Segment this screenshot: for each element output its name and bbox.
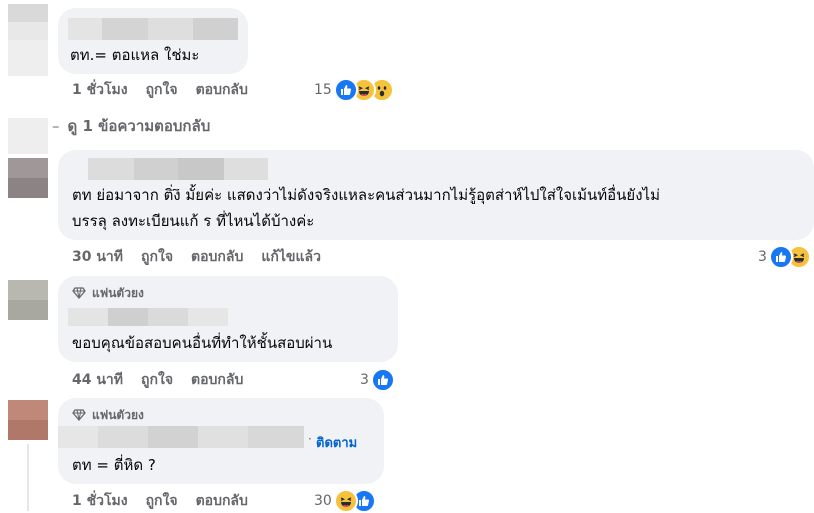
blurred-author-name[interactable] [58,426,304,448]
separator-dot: · [308,432,312,446]
avatar[interactable] [8,400,48,440]
badge-label: แฟนตัวยง [92,285,144,300]
reply-thread-line [27,444,29,511]
avatar[interactable] [8,158,48,198]
reply-thread-dash: – [52,117,60,135]
reply-button[interactable]: ตอบกลับ [196,490,248,512]
like-button[interactable]: ถูกใจ [146,79,178,101]
badge-label: แฟนตัวยง [92,407,144,422]
comment-actions: 30 นาที ถูกใจ ตอบกลับ แก้ไขแล้ว [72,245,321,269]
timestamp[interactable]: 44 นาที [72,369,123,391]
diamond-icon [72,287,86,299]
top-fan-badge[interactable]: แฟนตัวยง [72,406,144,424]
comment-bubble: ตท.= ตอแหล ใช่มะ [58,8,248,74]
reaction-count: 15 [314,82,332,98]
like-button[interactable]: ถูกใจ [141,246,173,268]
comment-bubble: ตท ย่อมาจาก ติ่ง̃ มั้ยค่ะ แสดงว่าไม่ดังจ… [58,150,814,240]
reaction-count: 3 [360,372,369,388]
reaction-summary[interactable]: 15 [314,78,394,102]
comment-text: บรรลุ ลงทะเบียนแก้ ร ที่ไหนได้บ้างค่ะ [72,212,315,230]
reply-button[interactable]: ตอบกลับ [191,369,243,391]
follow-button[interactable]: ติดตาม [316,432,357,453]
reaction-summary[interactable]: 30 [314,489,376,513]
comment-actions: 1 ชั่วโมง ถูกใจ ตอบกลับ [72,489,248,513]
top-fan-badge[interactable]: แฟนตัวยง [72,284,144,302]
view-replies-label[interactable]: ดู 1 ข้อความตอบกลับ [68,114,211,138]
avatar[interactable] [8,280,48,320]
comment-text: ตท ย่อมาจาก ติ่ง̃ มั้ยค่ะ แสดงว่าไม่ดังจ… [72,186,660,204]
comment-actions: 44 นาที ถูกใจ ตอบกลับ [72,368,243,392]
reaction-count: 30 [314,493,332,509]
blurred-author-name[interactable] [68,18,238,40]
comment-bubble: แฟนตัวยง · ติดตาม ตท = ตี่หิด ? [58,398,384,484]
like-button[interactable]: ถูกใจ [141,369,173,391]
timestamp[interactable]: 30 นาที [72,246,123,268]
reaction-summary[interactable]: 3 [758,245,811,269]
timestamp[interactable]: 1 ชั่วโมง [72,490,128,512]
like-icon [768,245,793,269]
reply-button[interactable]: ตอบกลับ [191,246,243,268]
reply-button[interactable]: ตอบกลับ [196,79,248,101]
reaction-summary[interactable]: 3 [360,368,395,392]
like-button[interactable]: ถูกใจ [146,490,178,512]
haha-icon [333,489,358,513]
comment-text: ตท = ตี่หิด ? [72,456,156,474]
view-replies-link[interactable]: – ดู 1 ข้อความตอบกลับ [52,114,210,138]
blurred-author-name[interactable] [88,158,268,180]
like-icon [333,78,358,102]
comment-bubble: แฟนตัวยง ขอบคุณข้อสอบคนอื่นที่ทำให้ชั้นส… [58,276,398,362]
diamond-icon [72,409,86,421]
avatar-placeholder [8,40,48,76]
avatar[interactable] [8,4,48,40]
avatar-placeholder [8,118,48,154]
timestamp[interactable]: 1 ชั่วโมง [72,79,128,101]
like-icon [370,368,395,392]
comment-text: ขอบคุณข้อสอบคนอื่นที่ทำให้ชั้นสอบผ่าน [72,334,333,352]
comment-text: ตท.= ตอแหล ใช่มะ [70,46,200,64]
blurred-author-name[interactable] [68,308,228,326]
edited-label[interactable]: แก้ไขแล้ว [261,246,321,268]
comment-actions: 1 ชั่วโมง ถูกใจ ตอบกลับ [72,78,248,102]
reaction-count: 3 [758,249,767,265]
